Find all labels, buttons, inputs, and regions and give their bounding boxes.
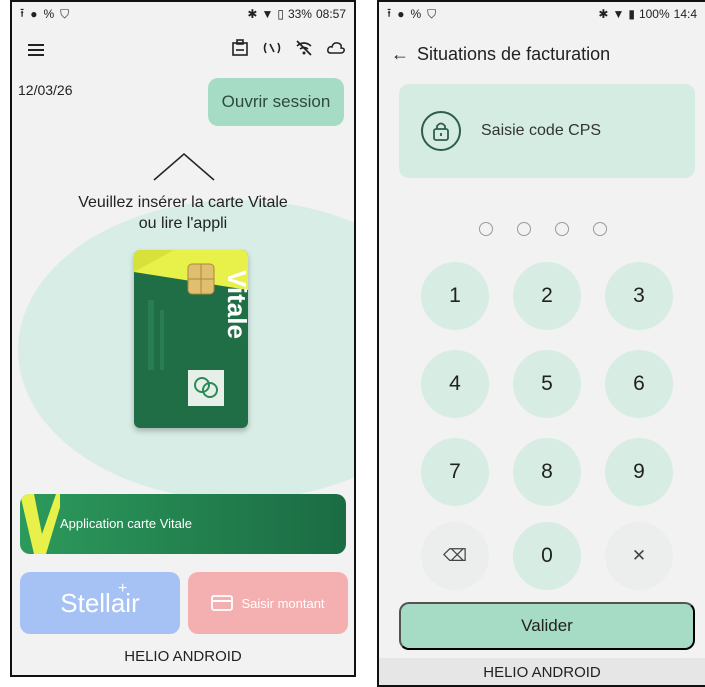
clock: 08:57 [315, 7, 346, 21]
card-vitale-word: Vitale [222, 270, 248, 339]
bluetooth-icon: ✱ [598, 7, 609, 21]
battery-level: 100% [638, 7, 670, 21]
link-icon: % [410, 7, 422, 21]
key-2[interactable]: 2 [513, 262, 581, 330]
sparkle-icon: + [118, 580, 128, 597]
pin-indicator [479, 222, 607, 236]
battery-level: 33% [287, 7, 312, 21]
key-7[interactable]: 7 [421, 438, 489, 506]
saisir-montant-label: Saisir montant [241, 595, 325, 611]
menu-icon[interactable] [22, 36, 50, 64]
key-1[interactable]: 1 [421, 262, 489, 330]
back-arrow-icon[interactable]: ← [383, 44, 417, 65]
app-vitale-label: Application carte Vitale [60, 516, 193, 531]
face-icon: ● [397, 7, 405, 21]
stellair-label: Stellair [60, 587, 140, 618]
top-bar [12, 30, 354, 70]
open-session-button[interactable]: Ouvrir session [208, 78, 344, 126]
link-icon: % [43, 7, 55, 21]
footer-label: HELIO ANDROID [379, 658, 705, 685]
key-4[interactable]: 4 [421, 350, 489, 418]
app-vitale-button[interactable]: Application carte Vitale [20, 494, 346, 554]
cps-code-card: Saisie code CPS [399, 84, 695, 178]
prompt-line-2: ou lire l'appli [138, 215, 228, 232]
lock-icon [421, 111, 461, 151]
battery-icon: ▯ [277, 7, 284, 21]
pin-dot [517, 222, 531, 236]
clock: 14:4 [673, 7, 697, 21]
pin-dot [555, 222, 569, 236]
key-6[interactable]: 6 [605, 350, 673, 418]
insert-card-prompt: Veuillez insérer la carte Vitale ou lire… [12, 192, 354, 234]
valider-button[interactable]: Valider [399, 602, 695, 650]
right-phone-screen: ⭱ ● % ⛉ ✱ ▼ ▮ 100% 14:4 ← Situations de … [377, 0, 705, 687]
key-8[interactable]: 8 [513, 438, 581, 506]
cps-label: Saisie code CPS [481, 122, 602, 139]
battery-icon: ▮ [628, 7, 635, 21]
app-header: ← Situations de facturation [379, 32, 705, 76]
upload-icon: ⭱ [387, 5, 392, 20]
stellair-button[interactable]: Stellair + [20, 572, 180, 634]
cloud-icon[interactable] [326, 38, 346, 58]
pin-dot [593, 222, 607, 236]
vitale-card-image: Vitale [134, 250, 248, 428]
key-0[interactable]: 0 [513, 522, 581, 590]
shield-icon: ⛉ [427, 6, 437, 21]
chevron-up-icon [153, 153, 215, 181]
card-reader-icon[interactable] [230, 38, 250, 58]
wifi-icon: ▼ [612, 7, 625, 21]
wifi-icon: ▼ [261, 7, 274, 21]
no-wifi-icon[interactable] [294, 38, 314, 58]
prompt-line-1: Veuillez insérer la carte Vitale [78, 194, 288, 211]
status-bar: ⭱ ● % ⛉ ✱ ▼ ▮ 100% 14:4 [379, 2, 705, 26]
bluetooth-icon: ✱ [247, 7, 258, 21]
date-label: 12/03/26 [18, 82, 73, 98]
page-title: Situations de facturation [417, 43, 611, 64]
backspace-icon[interactable]: ⌫ [421, 522, 489, 590]
key-3[interactable]: 3 [605, 262, 673, 330]
face-icon: ● [30, 7, 38, 21]
shield-icon: ⛉ [60, 6, 70, 21]
saisir-montant-button[interactable]: Saisir montant [188, 572, 348, 634]
key-9[interactable]: 9 [605, 438, 673, 506]
footer-label: HELIO ANDROID [124, 648, 242, 665]
upload-icon: ⭱ [20, 5, 25, 20]
vitale-v-logo [20, 494, 60, 554]
status-bar: ⭱ ● % ⛉ ✱ ▼ ▯ 33% 08:57 [12, 2, 354, 26]
clear-icon[interactable]: ✕ [605, 522, 673, 590]
pin-dot [479, 222, 493, 236]
key-5[interactable]: 5 [513, 350, 581, 418]
left-phone-screen: ⭱ ● % ⛉ ✱ ▼ ▯ 33% 08:57 12/03/26 Ouvrir … [10, 0, 356, 677]
credit-card-icon [211, 595, 234, 611]
nfc-icon[interactable] [262, 38, 282, 58]
